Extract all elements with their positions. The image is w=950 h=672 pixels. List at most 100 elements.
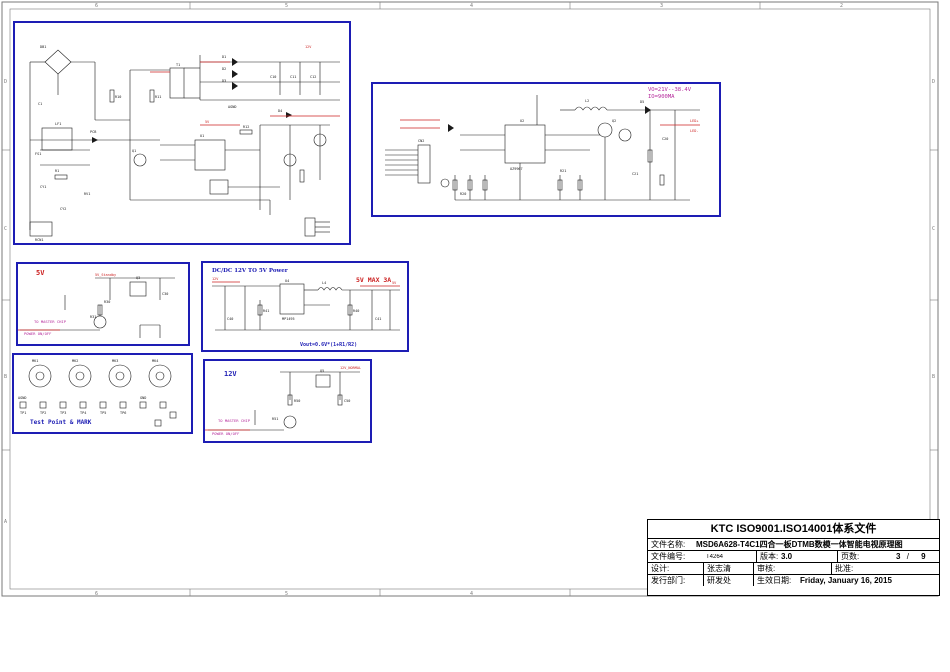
block-5v-label-q3: Q3: [136, 276, 140, 280]
power-label-d2: D2: [222, 67, 226, 71]
frame-col-5-top: 5: [285, 3, 288, 9]
power-label-rcn1: RCN1: [35, 238, 43, 242]
block-dcdc-label-r40: R40: [353, 309, 359, 313]
tp-label-tp5: TP5: [100, 411, 106, 415]
frame-col-2-top: 2: [840, 3, 843, 9]
block-dcdc-label-u4: U4: [285, 279, 289, 283]
power-label-lf1: LF1: [55, 122, 61, 126]
block-5v: 5V Q3 R30 R31 C30 5V_Standby TO MASTER C: [16, 262, 190, 346]
boost-note-current: IO=900MA: [648, 94, 675, 100]
power-label-fs1: FS1: [35, 152, 41, 156]
block-testpoint: AGND GND MK1 MK2 MK3 MK4 TP1 TP2 TP3 TP4…: [12, 353, 193, 434]
frame-row-C-left: C: [4, 226, 7, 232]
page-total: 9: [921, 552, 926, 561]
block-dcdc-label-c40: C40: [227, 317, 233, 321]
frame-row-D-right: D: [932, 79, 935, 85]
block-5v-net-power: POWER ON/OFF: [24, 331, 52, 336]
tp-label-tp4: TP4: [80, 411, 86, 415]
boost-label-ic: OZ9967: [510, 167, 523, 171]
block-5v-net-standby: 5V_Standby: [95, 273, 116, 277]
power-label-r11: R11: [155, 95, 161, 99]
date-value: Friday, January 16, 2015: [800, 576, 892, 585]
block-dcdc-label-c41: C41: [375, 317, 381, 321]
block-dcdc-formula: Vout=0.6V*(1+R1/R2): [300, 342, 357, 348]
boost-label-r21: R21: [560, 169, 566, 173]
power-label-r10: R10: [115, 95, 121, 99]
inner-frame: [9, 8, 931, 590]
file-no-value: T4264: [706, 553, 724, 560]
power-label-cy2: CY2: [60, 207, 66, 211]
title-block-heading: KTC ISO9001.ISO14001体系文件: [648, 520, 939, 539]
power-label-c11: C11: [290, 75, 296, 79]
page-current: 3: [896, 552, 901, 561]
tp-label-mk4: MK4: [152, 359, 158, 363]
boost-label-l2: L2: [585, 99, 589, 103]
outer-frame: [1, 1, 939, 597]
tp-label-agnd: AGND: [18, 396, 26, 400]
block-5v-title: 5V: [36, 269, 45, 277]
block-12v-title: 12V: [224, 370, 237, 378]
power-net-5v: 5V: [205, 120, 210, 124]
boost-label-u2: U2: [520, 119, 524, 123]
title-block-row-filename: 文件名称: MSD6A628-T4C1四合一板DTMB数模一体智能电视原理图: [648, 539, 939, 551]
block-12v: 12V Q5 R50 R51 C50 12V_NORMAL TO MASTER …: [203, 359, 372, 443]
design-label: 设计:: [651, 564, 670, 573]
block-5v-label-c30: C30: [162, 292, 168, 296]
block-5v-note-master: TO MASTER CHIP: [34, 319, 67, 324]
tp-label-tp1: TP1: [20, 411, 26, 415]
title-block-row-design: 设计: 张志清 审核: 批准:: [648, 563, 939, 575]
frame-col-4-bottom: 4: [470, 591, 473, 597]
title-block-row-dept: 发行部门: 研发处 生效日期: Friday, January 16, 2015: [648, 575, 939, 586]
date-label: 生效日期:: [753, 575, 797, 586]
block-dcdc-net-5v: 5V: [392, 281, 397, 285]
block-5v-label-r30: R30: [104, 300, 110, 304]
frame-row-B-right: B: [932, 374, 935, 380]
power-label-cy1: CY1: [40, 185, 46, 189]
power-label-d4: D4: [278, 109, 282, 113]
review-label: 审核:: [753, 563, 831, 574]
file-no-label: 文件编号:: [651, 552, 686, 561]
block-12v-net-normal: 12V_NORMAL: [340, 366, 361, 370]
tp-label-mk1: MK1: [32, 359, 38, 363]
tp-label-mk2: MK2: [72, 359, 78, 363]
designer-value: 张志清: [703, 563, 753, 574]
block-12v-note-master: TO MASTER CHIP: [218, 418, 251, 423]
frame-row-B-left: B: [4, 374, 7, 380]
boost-net-led-plus: LED+: [690, 119, 698, 123]
block-dcdc-net-12v: 12V: [212, 277, 219, 281]
power-label-u1: U1: [200, 134, 204, 138]
block-testpoint-title: Test Point & MARK: [30, 419, 92, 426]
approve-label: 批准:: [831, 563, 939, 574]
page-separator: /: [906, 552, 909, 561]
power-block: RCN1 DB1 LF1 FS1 R1 C1 CY1 CY2 PCB RV1 T…: [13, 21, 351, 245]
title-block-row-fileno: 文件编号: T4264 版本: 3.0 页数: 3 / 9: [648, 551, 939, 563]
title-block: KTC ISO9001.ISO14001体系文件 文件名称: MSD6A628-…: [647, 519, 940, 596]
power-label-rv1: RV1: [84, 192, 90, 196]
file-name-label: 文件名称:: [651, 540, 686, 549]
boost-block-border: [371, 82, 721, 217]
power-label-agnd: AGND: [228, 105, 236, 109]
frame-col-5-bottom: 5: [285, 591, 288, 597]
block-12v-label-q5: Q5: [320, 369, 324, 373]
block-dcdc-label-r41: R41: [263, 309, 269, 313]
power-label-c10: C10: [270, 75, 276, 79]
frame-row-A-left: A: [4, 519, 7, 525]
boost-label-q2: Q2: [612, 119, 616, 123]
version-value: 3.0: [781, 552, 793, 561]
tp-label-tp2: TP2: [40, 411, 46, 415]
pages-value: 3 / 9: [877, 552, 939, 561]
dept-label: 发行部门:: [651, 576, 686, 585]
block-5v-label-r31: R31: [90, 315, 96, 319]
boost-label-r20: R20: [460, 192, 466, 196]
block-dcdc-title: DC/DC 12V TO 5V Power: [212, 268, 288, 274]
block-dcdc-label-ic: MP1495: [282, 317, 295, 321]
tp-label-tp6: TP6: [120, 411, 126, 415]
boost-label-d5: D5: [640, 100, 644, 104]
block-dcdc-label-l4: L4: [322, 281, 326, 285]
boost-label-c21: C21: [632, 172, 638, 176]
tp-label-mk3: MK3: [112, 359, 118, 363]
frame-col-3-top: 3: [660, 3, 663, 9]
frame-row-D-left: D: [4, 79, 7, 85]
block-12v-label-r51: R51: [272, 417, 278, 421]
power-label-c1: C1: [38, 102, 42, 106]
